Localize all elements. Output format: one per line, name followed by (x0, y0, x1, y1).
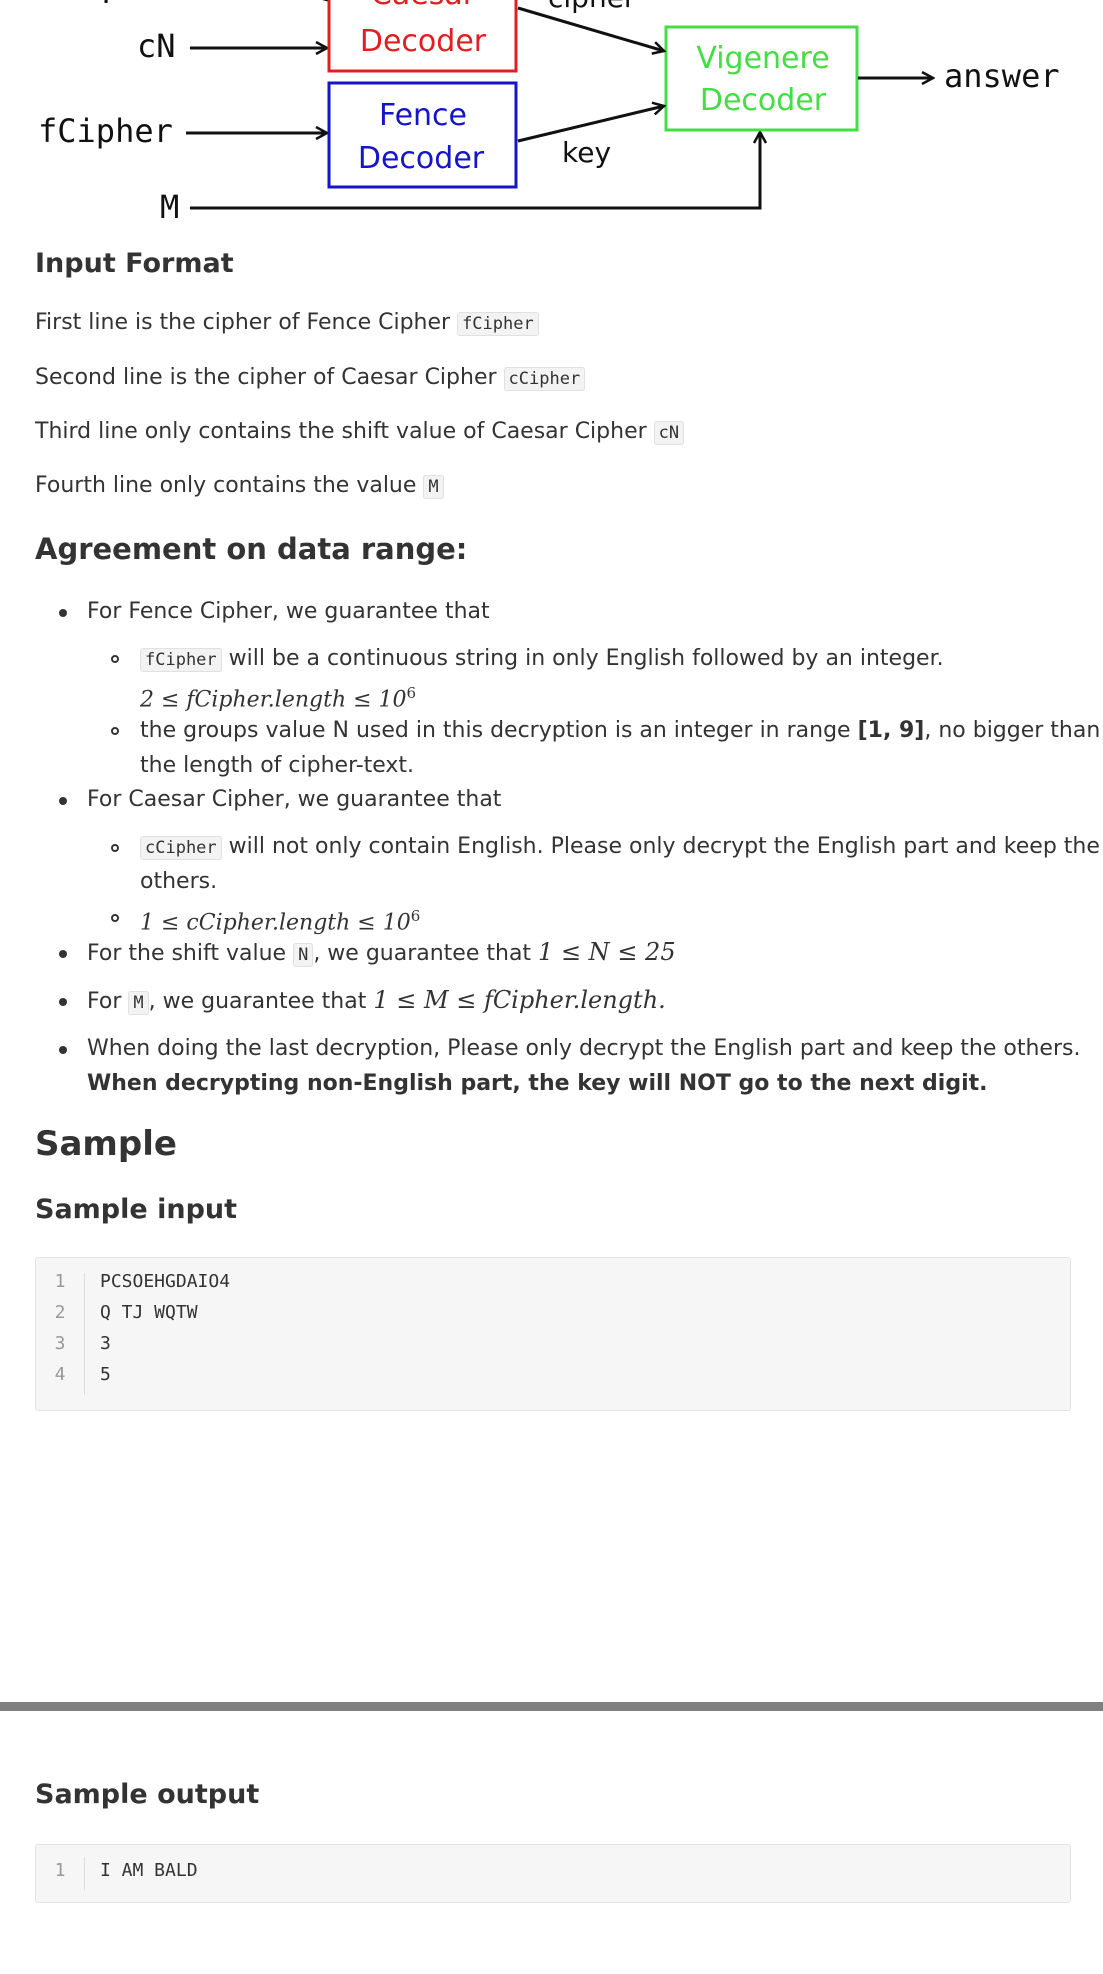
list-item-fence-sub2-cont: the length of cipher-text. (140, 753, 415, 778)
vigenere-box-line2: Decoder (700, 83, 827, 118)
sample-output-heading: Sample output (35, 1779, 260, 1810)
sample-heading: Sample (35, 1124, 177, 1164)
sub-bullet-marker (111, 727, 119, 735)
input-line-2: Second line is the cipher of Caesar Ciph… (35, 365, 586, 391)
input-line-4: Fourth line only contains the value M (35, 473, 444, 499)
caesar-box-line1: Caesar (371, 0, 476, 12)
input-label-m: M (160, 188, 179, 226)
arrow-caesar-to-vigenere (517, 6, 664, 51)
code-line: 1 PCSOEHGDAIO4 (54, 1271, 231, 1292)
math-fcipher-length: 2 ≤ fCipher.length ≤ 106 (140, 684, 417, 713)
bullet-marker (59, 797, 67, 805)
edge-label-key: key (562, 136, 611, 169)
bullet-marker (59, 998, 67, 1006)
input-label-ccipher: cCipher (40, 0, 183, 5)
sample-input-code-block: 1 PCSOEHGDAIO4 2 Q TJ WQTW 3 3 4 5 (35, 1257, 1071, 1411)
bullet-marker (59, 1046, 67, 1054)
sample-output-code-block: 1 I AM BALD (35, 1844, 1071, 1903)
code-line: 1 I AM BALD (54, 1860, 198, 1881)
sub-bullet-marker (111, 914, 119, 922)
bullet-marker (59, 950, 67, 958)
vigenere-box-line1: Vigenere (696, 41, 829, 76)
list-item-shift: For the shift value N, we guarantee that… (87, 938, 676, 967)
inline-code: cCipher (503, 367, 586, 391)
sub-bullet-marker (111, 844, 119, 852)
list-item-fence-sub2: the groups value N used in this decrypti… (140, 718, 1101, 743)
list-item-last: When doing the last decryption, Please o… (87, 1036, 1081, 1061)
list-item-caesar: For Caesar Cipher, we guarantee that (87, 787, 502, 812)
input-line-1: First line is the cipher of Fence Cipher… (35, 310, 539, 336)
input-line-3: Third line only contains the shift value… (35, 419, 685, 445)
cipher-flow-diagram: cCipher cN fCipher M Caesar Decoder Fenc… (38, 0, 1060, 226)
fence-box-line1: Fence (379, 98, 467, 133)
inline-code: cN (653, 421, 685, 445)
list-item-fence: For Fence Cipher, we guarantee that (87, 599, 490, 624)
list-item-caesar-sub1-cont: others. (140, 869, 218, 894)
input-format-heading: Input Format (35, 248, 234, 279)
code-line: 4 5 (54, 1364, 111, 1385)
caesar-box-line2: Decoder (360, 24, 487, 59)
section-divider (0, 1702, 1103, 1711)
list-item-fence-sub1: fCipher will be a continuous string in o… (140, 641, 944, 678)
code-line: 3 3 (54, 1333, 111, 1354)
output-label-answer: answer (944, 57, 1060, 95)
sub-bullet-marker (111, 655, 119, 663)
fence-box-line2: Decoder (358, 141, 485, 176)
list-item-last-bold: When decrypting non-English part, the ke… (87, 1071, 988, 1096)
inline-code: fCipher (457, 312, 539, 336)
list-item-caesar-sub1: cCipher will not only contain English. P… (140, 829, 1100, 866)
edge-label-cipher: cipher (548, 0, 636, 14)
sample-input-heading: Sample input (35, 1194, 238, 1225)
inline-code: M (423, 475, 444, 499)
code-line: 2 Q TJ WQTW (54, 1302, 198, 1323)
input-label-fcipher: fCipher (38, 112, 173, 150)
bullet-marker (59, 609, 67, 617)
list-item-m: For M, we guarantee that 1 ≤ M ≤ fCipher… (87, 986, 666, 1015)
agreement-heading: Agreement on data range: (35, 532, 468, 566)
input-label-cn: cN (137, 27, 176, 65)
